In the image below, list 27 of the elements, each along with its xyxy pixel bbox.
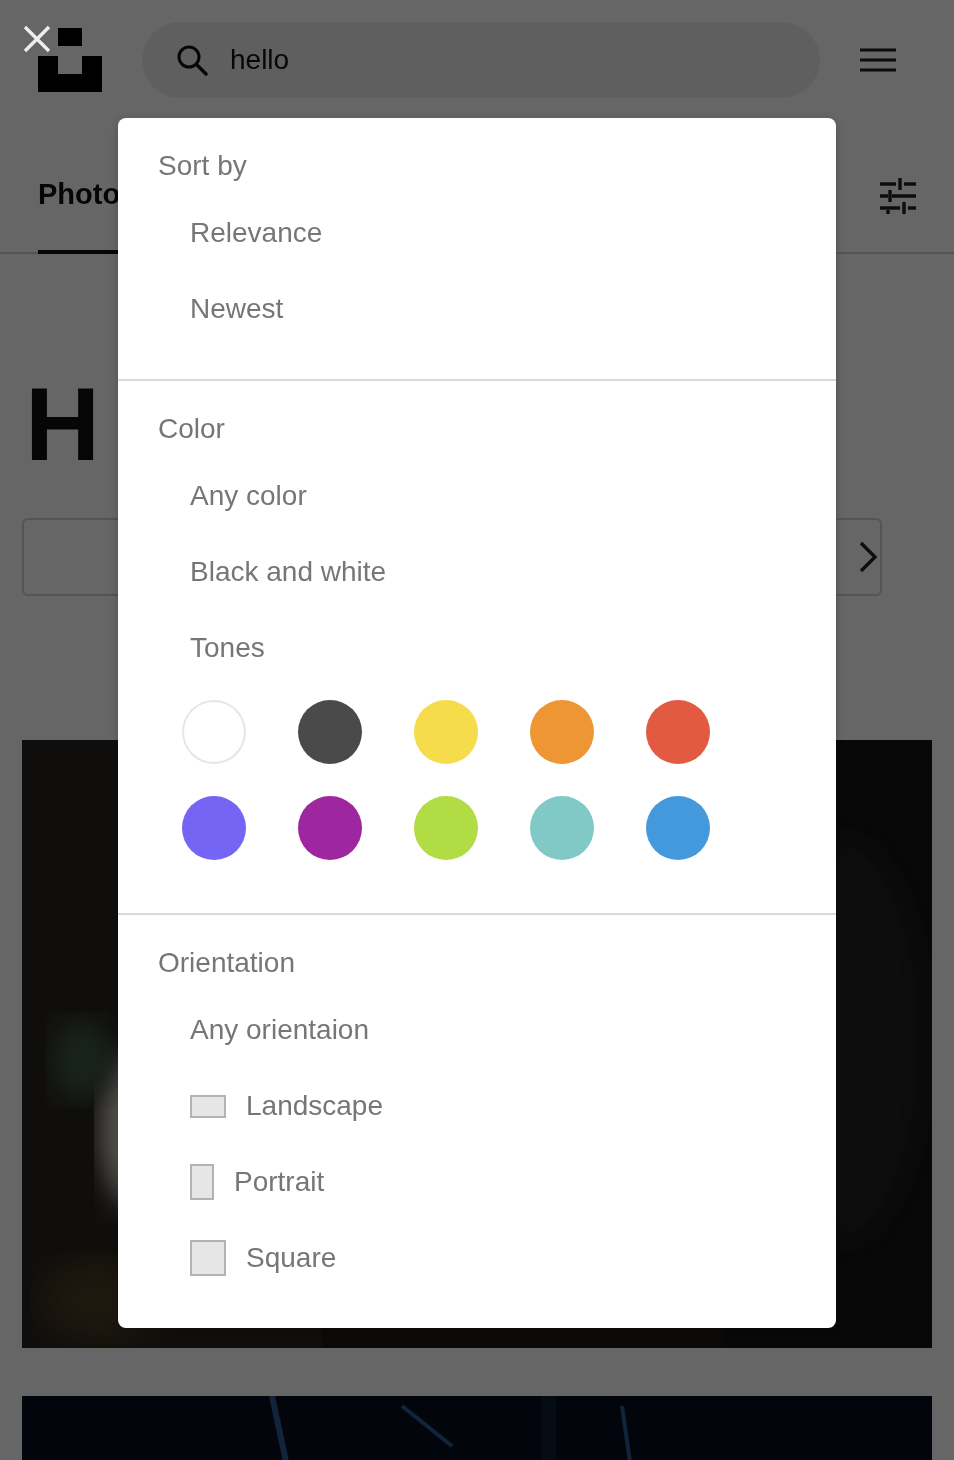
chevron-right-icon[interactable] [858, 540, 878, 574]
portrait-icon [190, 1164, 214, 1200]
search-icon [176, 44, 208, 76]
filter-option[interactable]: Any orientaion [158, 992, 836, 1068]
option-label: Portrait [234, 1165, 325, 1199]
filter-option[interactable]: Relevance [158, 195, 836, 271]
filter-option[interactable]: Black and white [158, 534, 836, 610]
close-button[interactable] [22, 24, 52, 54]
page-heading: H [25, 372, 101, 476]
filter-option[interactable]: Tones [158, 610, 836, 686]
square-icon [190, 1240, 226, 1276]
option-label: Landscape [246, 1089, 383, 1123]
section-title: Sort by [158, 149, 248, 183]
section-title: Color [158, 412, 226, 446]
logo-icon[interactable] [38, 28, 102, 92]
filter-option[interactable]: Square [158, 1220, 836, 1296]
search-field[interactable]: hello [142, 22, 820, 98]
filter-option[interactable]: Portrait [158, 1144, 836, 1220]
filter-icon[interactable] [880, 178, 916, 214]
option-label: Square [246, 1241, 337, 1275]
filter-option[interactable]: Any color [158, 458, 836, 534]
menu-icon[interactable] [860, 48, 896, 72]
section-title: Orientation [158, 946, 296, 980]
search-input[interactable]: hello [230, 39, 730, 81]
filter-option[interactable]: Newest [158, 271, 836, 347]
filter-option[interactable]: Landscape [158, 1068, 836, 1144]
landscape-icon [190, 1094, 226, 1118]
